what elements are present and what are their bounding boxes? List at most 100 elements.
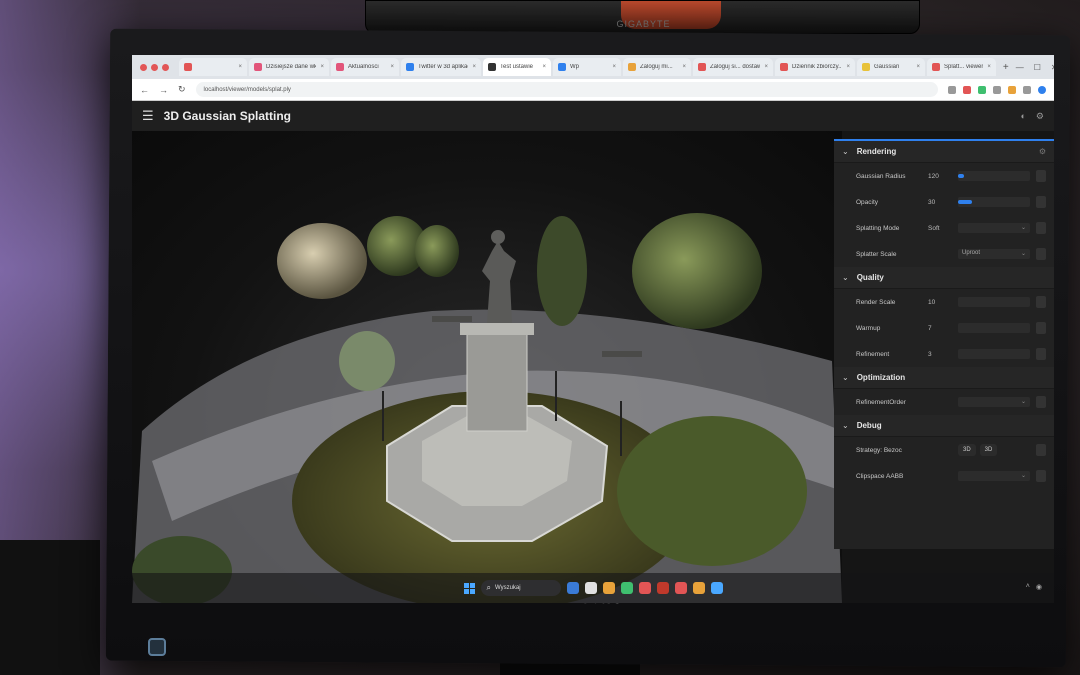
setting-select[interactable]: ⌄ xyxy=(958,223,1030,233)
splat-viewport[interactable] xyxy=(132,131,842,603)
setting-row: Splatting Mode Soft ⌄ xyxy=(834,215,1054,241)
tab-close-icon[interactable]: × xyxy=(682,64,686,70)
tab-close-icon[interactable]: × xyxy=(612,64,616,70)
reset-icon[interactable] xyxy=(1036,348,1046,360)
reset-icon[interactable] xyxy=(1036,296,1046,308)
browser-tab[interactable]: Dzisiejsze dane wk... × xyxy=(249,58,329,76)
window-dot xyxy=(140,63,147,71)
tab-close-icon[interactable]: × xyxy=(390,64,394,70)
setting-row: Warmup 7 xyxy=(834,315,1054,341)
reset-icon[interactable] xyxy=(1036,222,1046,234)
section-header[interactable]: ⌄ Optimization xyxy=(834,367,1054,389)
reset-icon[interactable] xyxy=(1036,444,1046,456)
browser-tab[interactable]: Twitter w 3d aplikacja... × xyxy=(401,58,481,76)
taskbar-search[interactable]: ⌕ Wyszukaj xyxy=(480,580,561,596)
section-header[interactable]: ⌄ Rendering ⚙ xyxy=(834,141,1054,163)
taskbar-app-icon[interactable] xyxy=(656,582,669,594)
router xyxy=(0,540,100,675)
debug-toggle-button[interactable]: 3D xyxy=(958,444,976,456)
extension-icon[interactable] xyxy=(963,85,971,94)
reset-icon[interactable] xyxy=(1036,322,1046,334)
extension-icon[interactable] xyxy=(1008,85,1016,94)
url-field[interactable]: localhost/viewer/models/splat.ply xyxy=(195,82,938,97)
setting-row: RefinementOrder ⌄ xyxy=(834,389,1054,415)
setting-slider[interactable] xyxy=(958,349,1030,359)
tab-favicon-icon xyxy=(406,63,414,71)
taskbar-app-icon[interactable] xyxy=(566,582,579,594)
taskbar-app-icon[interactable] xyxy=(638,582,651,594)
browser-tab[interactable]: Splatt... viewer × xyxy=(927,58,996,76)
browser-tab[interactable]: Zaloguj mi... × xyxy=(623,58,691,76)
browser-tab[interactable]: Gaussian × xyxy=(857,58,925,76)
browser-tab[interactable]: Test ustawie × xyxy=(483,58,551,76)
gear-icon[interactable]: ⚙ xyxy=(1039,147,1046,156)
section-header[interactable]: ⌄ Quality xyxy=(834,267,1054,289)
tab-close-icon[interactable]: × xyxy=(472,64,476,70)
tab-close-icon[interactable]: × xyxy=(238,64,242,70)
tab-label: Wp xyxy=(570,64,579,70)
back-icon[interactable]: ← xyxy=(140,85,149,95)
reset-icon[interactable] xyxy=(1036,396,1046,408)
debug-toggle-button[interactable]: 3D xyxy=(979,444,998,456)
windows-start-icon[interactable] xyxy=(463,582,475,594)
tab-label: Twitter w 3d aplikacja... xyxy=(418,64,468,70)
reset-icon[interactable] xyxy=(1036,248,1046,260)
reset-icon[interactable] xyxy=(1036,170,1046,182)
setting-slider[interactable] xyxy=(958,323,1030,333)
browser-tab[interactable]: Aktualnosci × xyxy=(331,58,399,76)
search-icon: ⌕ xyxy=(486,583,491,592)
select-value: Uproot xyxy=(962,250,981,256)
profile-icon[interactable] xyxy=(1038,85,1046,94)
url-text: localhost/viewer/models/splat.ply xyxy=(203,86,291,93)
tab-close-icon[interactable]: × xyxy=(542,64,546,70)
browser-tab[interactable]: × xyxy=(179,58,247,76)
menu-icon[interactable]: ☰ xyxy=(142,108,154,124)
forward-icon[interactable]: → xyxy=(159,85,168,95)
browser-tab[interactable]: Zaloguj si... dostawczak× xyxy=(693,58,773,76)
tab-close-icon[interactable]: × xyxy=(846,64,850,70)
tab-close-icon[interactable]: × xyxy=(320,64,324,70)
extension-icon[interactable] xyxy=(978,85,986,94)
chevron-up-icon[interactable]: ˄ xyxy=(1026,583,1030,591)
maximize-icon[interactable]: ☐ xyxy=(1034,63,1041,72)
extension-icon[interactable] xyxy=(948,85,956,94)
new-tab-button[interactable]: + xyxy=(998,62,1014,73)
network-icon[interactable]: ◉ xyxy=(1036,583,1042,591)
setting-slider[interactable] xyxy=(958,197,1030,207)
theme-icon[interactable]: ◐ xyxy=(1020,111,1025,122)
reset-icon[interactable] xyxy=(1036,196,1046,208)
browser-tab[interactable]: Dziennik zbiorczy... × xyxy=(775,58,855,76)
settings-icon[interactable]: ⚙ xyxy=(1036,111,1044,122)
taskbar-app-icon[interactable] xyxy=(692,582,705,594)
corner-logo-icon xyxy=(148,638,166,656)
setting-slider[interactable] xyxy=(958,171,1030,181)
setting-slider[interactable] xyxy=(958,297,1030,307)
setting-value: 7 xyxy=(928,324,932,332)
close-icon[interactable]: ✕ xyxy=(1051,63,1054,72)
taskbar-app-icon[interactable] xyxy=(602,582,615,594)
tab-close-icon[interactable]: × xyxy=(764,64,768,70)
extensions xyxy=(948,85,1046,94)
browser-tab[interactable]: Wp × xyxy=(553,58,621,76)
tab-close-icon[interactable]: × xyxy=(916,64,920,70)
setting-select[interactable]: ⌄ xyxy=(958,397,1030,407)
tab-close-icon[interactable]: × xyxy=(987,64,991,70)
extension-icon[interactable] xyxy=(993,85,1001,94)
taskbar-app-icon[interactable] xyxy=(710,582,723,594)
lamp-post xyxy=(620,401,622,456)
webcam-brand: GIGABYTE xyxy=(616,19,671,29)
setting-select[interactable]: Uproot ⌄ xyxy=(958,249,1030,259)
reload-icon[interactable]: ↻ xyxy=(178,84,186,95)
section-title: Debug xyxy=(856,421,882,430)
setting-select[interactable]: ⌄ xyxy=(958,471,1030,481)
section-header[interactable]: ⌄ Debug xyxy=(834,415,1054,437)
taskbar-app-icon[interactable] xyxy=(620,582,633,594)
extension-icon[interactable] xyxy=(1023,85,1031,94)
statue-head xyxy=(491,230,505,244)
taskbar-app-icon[interactable] xyxy=(584,582,597,594)
taskbar-app-icon[interactable] xyxy=(674,582,687,594)
setting-row: Render Scale 10 xyxy=(834,289,1054,315)
setting-value: 120 xyxy=(928,172,939,180)
minimize-icon[interactable]: — xyxy=(1016,63,1024,72)
reset-icon[interactable] xyxy=(1036,470,1046,482)
